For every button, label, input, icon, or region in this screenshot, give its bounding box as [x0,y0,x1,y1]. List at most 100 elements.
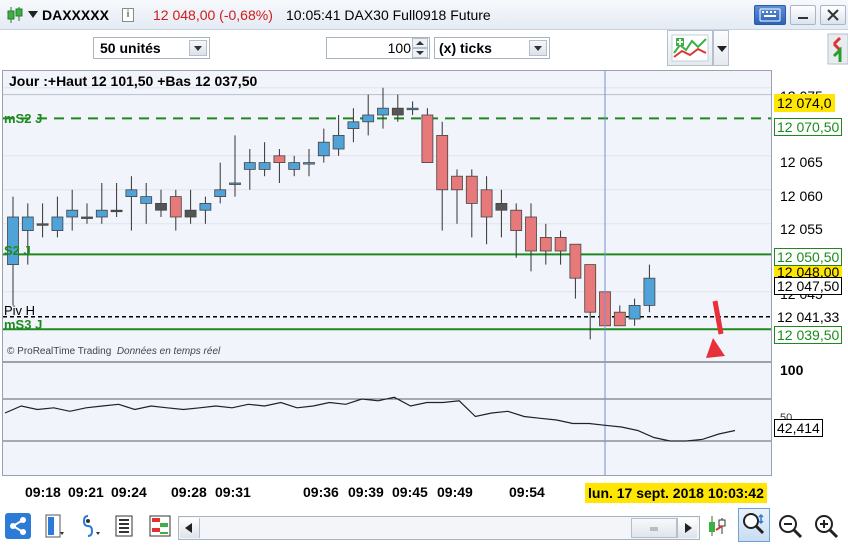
candle-body [51,216,64,232]
oscillator-axis[interactable]: 100 50 42,414 [772,362,848,476]
time-tick: 09:24 [111,484,147,500]
keyboard-icon [759,8,781,22]
candle-body [628,304,641,320]
chevron-down-icon[interactable] [28,11,38,18]
price-tick: 12 060 [780,188,823,204]
info-icon[interactable]: i [122,8,134,22]
candle-body [155,202,167,211]
scroll-thumb[interactable] [631,518,677,538]
price-tick: 12 065 [780,154,823,170]
zoom-fit-icon [743,513,765,535]
chevron-down-icon[interactable] [529,40,547,56]
copyright-label: © ProRealTime Trading [7,346,112,357]
zoom-out-icon[interactable] [776,512,804,540]
candle-body [229,182,241,185]
level-label-ms2: mS2 J [4,111,43,126]
table-icon[interactable] [146,512,174,540]
candle-body [184,209,197,218]
time-tick: 09:54 [509,484,545,500]
price-box-high: 12 074,0 [774,94,835,112]
candle-body [421,114,434,163]
indicator-chart-icon [671,34,709,62]
units-select[interactable]: 50 unités [93,37,210,59]
price-box-current: 12 047,50 [774,277,843,295]
price-box-pivh: 12 041,33 [774,308,843,326]
price-axis[interactable]: 12 075 12 074,0 12 070,50 12 065 12 060 … [772,70,848,362]
oscillator-line [4,396,736,442]
price-box-ms3: 12 039,50 [774,326,843,344]
candle-body [21,216,34,232]
scroll-left-icon[interactable] [180,518,200,538]
level-label-s2: S2 J [4,243,31,258]
drawing-tools-icon[interactable] [822,30,848,66]
osc-value-box: 42,414 [774,419,823,437]
time-tick: 09:36 [303,484,339,500]
candle-body [347,121,360,129]
candle-body [317,141,330,157]
keyboard-button[interactable] [754,5,786,25]
day-high-low-title: Jour :+Haut 12 101,50 +Bas 12 037,50 [9,73,258,89]
time-tick: 09:49 [437,484,473,500]
candle-body [569,243,582,279]
layout-icon[interactable] [40,512,68,540]
time-tick: 09:21 [68,484,104,500]
candle-body [288,162,301,170]
price-box-ms2: 12 070,50 [774,118,843,136]
candle-body [613,311,626,327]
candle-body [214,189,227,198]
copyright-text: © ProRealTime Trading Données en temps r… [7,346,220,357]
attach-icon[interactable] [78,512,106,540]
candle-body [436,135,449,191]
candle-body [110,209,123,213]
scroll-right-icon[interactable] [677,518,697,538]
candle-body [554,236,567,252]
ticks-unit-value: (x) ticks [439,40,492,56]
zoom-in-icon[interactable] [812,512,840,540]
prorealtime-window: DAXXXXX i 12 048,00 (-0,68%) 10:05:41 DA… [0,0,848,545]
close-button[interactable] [820,5,846,25]
add-indicator-button[interactable] [667,30,713,66]
candle-body [66,209,79,218]
candle-body [36,223,49,226]
candle-body [377,107,389,116]
candle-body [406,107,419,111]
minimize-button[interactable] [790,5,816,25]
zoom-selection-button[interactable] [738,508,770,542]
time-tick: 09:18 [25,484,61,500]
units-value: 50 unités [100,40,161,56]
annotation-arrow-head [706,338,725,358]
price-tick: 12 055 [780,221,823,237]
candle-body [480,189,493,218]
candle-settings-icon[interactable] [704,512,732,540]
share-icon[interactable] [4,512,32,540]
candle-body [303,162,315,165]
ticks-unit-select[interactable]: (x) ticks [434,37,550,59]
price-chart-svg [3,71,771,361]
candle-body [584,264,597,313]
candle-body [125,189,138,198]
instrument-symbol[interactable]: DAXXXXX [42,7,109,23]
candle-body [362,114,375,123]
indicator-menu-button[interactable] [713,30,729,66]
candle-body [95,209,108,218]
close-icon [827,9,839,21]
chevron-down-icon[interactable] [189,40,207,56]
list-icon[interactable] [112,512,140,540]
candle-body [451,175,463,191]
candle-body [332,135,345,150]
last-price-change: 12 048,00 (-0,68%) [153,7,273,23]
oscillator-panel[interactable] [2,362,772,476]
horizontal-scrollbar[interactable] [178,516,700,540]
title-bar: DAXXXXX i 12 048,00 (-0,68%) 10:05:41 DA… [0,0,848,30]
time-tick: 09:31 [215,484,251,500]
realtime-label: Données en temps réel [116,346,221,357]
ticks-stepper-icon[interactable] [412,38,428,58]
candle-body [258,162,271,170]
price-chart-panel[interactable]: Jour :+Haut 12 101,50 +Bas 12 037,50 mS2… [2,70,772,362]
candle-body [495,202,508,211]
candle-body [539,236,552,252]
level-label-ms3: mS3 J [4,317,43,332]
price-box-s2: 12 050,50 [774,248,843,266]
chart-toolbar: 50 unités 100 (x) ticks [0,30,848,70]
candlestick-icon[interactable] [6,6,24,24]
